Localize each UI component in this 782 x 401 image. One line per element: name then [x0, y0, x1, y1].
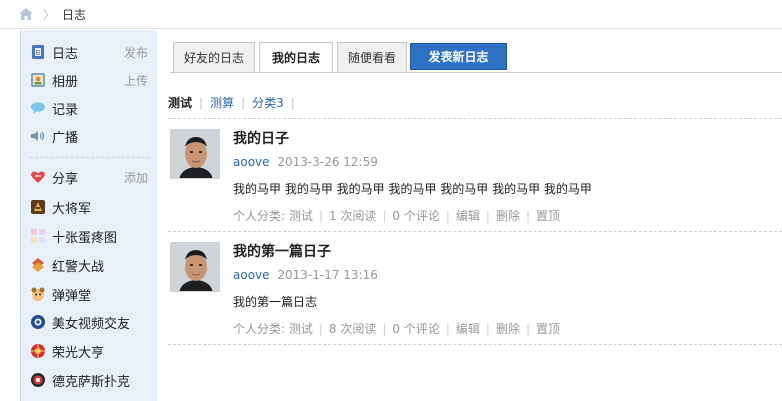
- image-grid-icon: [30, 228, 46, 244]
- sidebar-item-label: 广播: [52, 130, 79, 146]
- action-separator: |: [382, 208, 387, 223]
- general-game-icon: [30, 199, 46, 215]
- tab-my-blogs[interactable]: 我的日志: [259, 42, 333, 73]
- sidebar-item-album[interactable]: 相册 上传: [21, 69, 158, 91]
- sidebar-divider: [30, 157, 150, 158]
- action-separator: |: [445, 321, 450, 336]
- category-separator: |: [199, 95, 204, 110]
- sidebar-item-label: 日志: [52, 46, 79, 62]
- blog-entry: 我的第一篇日子 aoove 2013-1-17 13:16 我的第一篇日志 个人…: [168, 231, 782, 341]
- upload-link[interactable]: 上传: [124, 72, 148, 89]
- sidebar-item-share[interactable]: 分享 添加: [21, 166, 158, 188]
- entry-title[interactable]: 我的日子: [233, 128, 289, 148]
- tab-browse[interactable]: 随便看看: [337, 42, 407, 73]
- pin-link[interactable]: 置顶: [536, 207, 560, 224]
- avatar[interactable]: [170, 129, 220, 179]
- entry-meta: aoove 2013-3-26 12:59: [233, 155, 378, 169]
- sidebar-app-red-alert[interactable]: 红警大战: [21, 254, 158, 276]
- action-separator: |: [485, 208, 490, 223]
- delete-link[interactable]: 删除: [496, 320, 520, 337]
- sidebar-app-ddtank[interactable]: 弹弹堂: [21, 283, 158, 305]
- red-alert-icon: [30, 257, 46, 273]
- entry-comments[interactable]: 0 个评论: [392, 207, 439, 224]
- entry-reads: 1 次阅读: [328, 209, 377, 223]
- post-new-blog-button[interactable]: 发表新日志: [410, 43, 507, 70]
- breadcrumb-separator: 〉: [43, 7, 56, 22]
- entry-reads: 8 次阅读: [328, 322, 377, 336]
- add-link[interactable]: 添加: [124, 169, 148, 186]
- sidebar-app-video-chat[interactable]: 美女视频交友: [21, 311, 158, 333]
- entry-time: 2013-3-26 12:59: [277, 155, 378, 169]
- entry-actions: 个人分类: 测试 | 8 次阅读 | 0 个评论 | 编辑 | 删除 | 置顶: [233, 320, 560, 337]
- pin-link[interactable]: 置顶: [536, 320, 560, 337]
- category-separator: |: [241, 95, 246, 110]
- poker-icon: [30, 372, 46, 388]
- action-separator: |: [318, 321, 323, 336]
- category-filter: 测试 | 测算 | 分类3 |: [168, 94, 302, 111]
- sidebar-item-label: 弹弹堂: [52, 288, 92, 304]
- breadcrumb-current: 日志: [62, 7, 87, 22]
- action-separator: |: [382, 321, 387, 336]
- category-item[interactable]: 测算: [210, 94, 234, 111]
- action-separator: |: [318, 208, 323, 223]
- edit-link[interactable]: 编辑: [456, 207, 480, 224]
- delete-link[interactable]: 删除: [496, 207, 520, 224]
- sidebar-item-label: 美女视频交友: [52, 316, 131, 332]
- tycoon-icon: [30, 343, 46, 359]
- blog-entry: 我的日子 aoove 2013-3-26 12:59 我的马甲 我的马甲 我的马…: [168, 118, 782, 228]
- divider: [168, 344, 782, 345]
- entry-category[interactable]: 个人分类: 测试: [233, 207, 313, 224]
- sidebar-app-general[interactable]: 大将军: [21, 196, 158, 218]
- photo-album-icon: [30, 72, 46, 88]
- avatar[interactable]: [170, 242, 220, 292]
- sidebar-item-label: 相册: [52, 74, 79, 90]
- sidebar-item-records[interactable]: 记录: [21, 97, 158, 119]
- sidebar: B 日志 发布 相册 上传 记录 广播 分享 添加 大将军 十张蛋疼图 红警大战…: [20, 30, 157, 401]
- breadcrumb: 〉 日志: [0, 0, 782, 29]
- sidebar-item-label: 记录: [52, 102, 79, 118]
- entry-category[interactable]: 个人分类: 测试: [233, 320, 313, 337]
- speaker-icon: [30, 128, 46, 144]
- ddtank-icon: [30, 286, 46, 302]
- tab-bar: 好友的日志 我的日志 随便看看 发表新日志: [170, 42, 782, 73]
- category-separator: |: [290, 95, 295, 110]
- entry-body: 我的第一篇日志: [233, 295, 318, 309]
- sidebar-app-poker[interactable]: 德克萨斯扑克: [21, 369, 158, 391]
- sidebar-item-blog[interactable]: B 日志 发布: [21, 41, 158, 63]
- sidebar-item-label: 大将军: [52, 201, 92, 217]
- entry-title[interactable]: 我的第一篇日子: [233, 241, 331, 261]
- entry-actions: 个人分类: 测试 | 1 次阅读 | 0 个评论 | 编辑 | 删除 | 置顶: [233, 207, 560, 224]
- entry-time: 2013-1-17 13:16: [277, 268, 378, 282]
- sidebar-item-label: 红警大战: [52, 259, 105, 275]
- entry-meta: aoove 2013-1-17 13:16: [233, 268, 378, 282]
- tab-friends-blogs[interactable]: 好友的日志: [173, 42, 255, 73]
- category-item[interactable]: 分类3: [252, 94, 284, 111]
- action-separator: |: [525, 321, 531, 336]
- sidebar-app-tycoon[interactable]: 荣光大亨: [21, 340, 158, 362]
- sidebar-item-broadcast[interactable]: 广播: [21, 125, 158, 147]
- home-icon[interactable]: [18, 7, 34, 21]
- svg-text:B: B: [36, 49, 41, 57]
- action-separator: |: [485, 321, 490, 336]
- sidebar-item-label: 分享: [52, 171, 79, 187]
- video-chat-icon: [30, 314, 46, 330]
- sidebar-item-label: 荣光大亨: [52, 345, 105, 361]
- share-heart-icon: [30, 169, 46, 185]
- category-item[interactable]: 测试: [168, 94, 192, 111]
- entry-body: 我的马甲 我的马甲 我的马甲 我的马甲 我的马甲 我的马甲 我的马甲: [233, 182, 592, 196]
- sidebar-item-label: 十张蛋疼图: [52, 230, 118, 246]
- action-separator: |: [445, 208, 450, 223]
- sidebar-app-image-grid[interactable]: 十张蛋疼图: [21, 225, 158, 247]
- speech-bubble-icon: [30, 100, 46, 116]
- action-separator: |: [525, 208, 531, 223]
- publish-link[interactable]: 发布: [124, 44, 148, 61]
- tab-baseline: [170, 72, 782, 73]
- author-link[interactable]: aoove: [233, 268, 270, 282]
- edit-link[interactable]: 编辑: [456, 320, 480, 337]
- blog-icon: B: [30, 44, 46, 60]
- entry-comments[interactable]: 0 个评论: [392, 320, 439, 337]
- sidebar-item-label: 德克萨斯扑克: [52, 374, 131, 390]
- author-link[interactable]: aoove: [233, 155, 270, 169]
